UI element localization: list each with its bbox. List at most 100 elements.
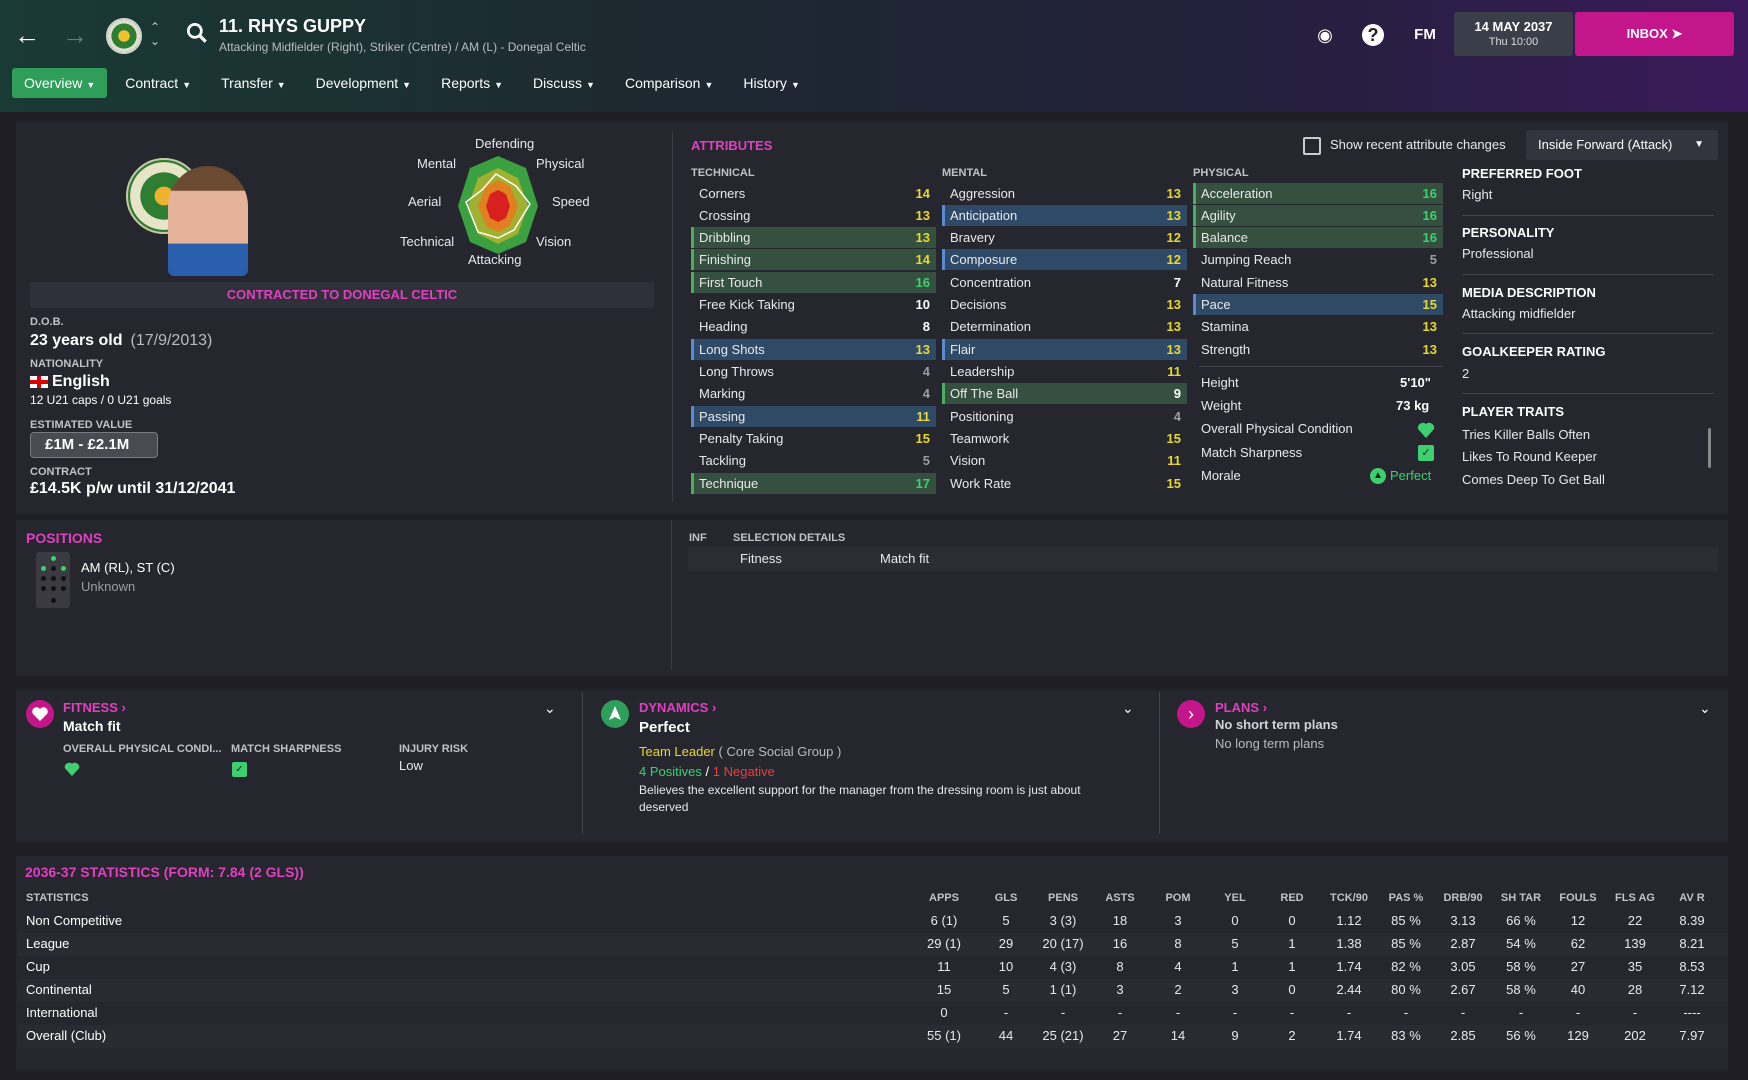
trait-item[interactable]: Tries Killer Balls Often bbox=[1462, 427, 1590, 442]
club-badge-icon[interactable] bbox=[106, 18, 142, 54]
attr-dribbling[interactable]: Dribbling 13 bbox=[691, 227, 936, 248]
tab-reports[interactable]: Reports ▼ bbox=[429, 68, 515, 98]
tab-history[interactable]: History ▼ bbox=[731, 68, 811, 98]
personality-value[interactable]: Professional bbox=[1462, 246, 1534, 261]
statistics-title[interactable]: 2036-37 STATISTICS (FORM: 7.84 (2 GLS)) bbox=[25, 864, 304, 880]
attr-balance[interactable]: Balance 16 bbox=[1193, 227, 1443, 248]
fm-menu-button[interactable]: FM bbox=[1410, 22, 1440, 48]
fitness-expand-chevron-icon[interactable]: ⌄ bbox=[544, 700, 556, 717]
tab-comparison[interactable]: Comparison ▼ bbox=[613, 68, 725, 98]
col-flsag[interactable]: FLS AG bbox=[1605, 892, 1665, 904]
fitness-card-title[interactable]: FITNESS › bbox=[63, 700, 126, 715]
attr-penalty-taking[interactable]: Penalty Taking 15 bbox=[691, 428, 936, 449]
social-group[interactable]: Team Leader ( Core Social Group ) bbox=[639, 744, 841, 759]
col-tck90[interactable]: TCK/90 bbox=[1319, 892, 1379, 904]
dynamics-expand-chevron-icon[interactable]: ⌄ bbox=[1122, 700, 1134, 717]
positives-count[interactable]: 4 Positives bbox=[639, 764, 702, 779]
game-date[interactable]: 14 MAY 2037 Thu 10:00 bbox=[1454, 12, 1573, 56]
attr-work-rate[interactable]: Work Rate 15 bbox=[942, 473, 1187, 494]
col-pom[interactable]: POM bbox=[1148, 892, 1208, 904]
nationality-value[interactable]: English bbox=[30, 373, 110, 391]
attr-tackling[interactable]: Tackling 5 bbox=[691, 450, 936, 471]
stats-row[interactable]: International 0 - - - - - - - - - - - - … bbox=[18, 1002, 1728, 1025]
attr-composure[interactable]: Composure 12 bbox=[942, 249, 1187, 270]
col-pas[interactable]: PAS % bbox=[1376, 892, 1436, 904]
col-avr[interactable]: AV R bbox=[1662, 892, 1722, 904]
attr-agility[interactable]: Agility 16 bbox=[1193, 205, 1443, 226]
traits-scrollbar[interactable] bbox=[1708, 428, 1711, 468]
col-fouls[interactable]: FOULS bbox=[1548, 892, 1608, 904]
attr-heading[interactable]: Heading 8 bbox=[691, 316, 936, 337]
col-yel[interactable]: YEL bbox=[1205, 892, 1265, 904]
col-gls[interactable]: GLS bbox=[976, 892, 1036, 904]
negatives-count[interactable]: 1 Negative bbox=[713, 764, 775, 779]
estimated-value[interactable]: £1M - £2.1M bbox=[30, 432, 158, 458]
attr-natural-fitness[interactable]: Natural Fitness 13 bbox=[1193, 272, 1443, 293]
stats-row[interactable]: Overall (Club) 55 (1) 44 25 (21) 27 14 9… bbox=[18, 1025, 1728, 1048]
attr-pace[interactable]: Pace 15 bbox=[1193, 294, 1443, 315]
plans-card-title[interactable]: PLANS › bbox=[1215, 700, 1267, 715]
cell: - bbox=[1003, 1005, 1009, 1020]
attr-concentration[interactable]: Concentration 7 bbox=[942, 272, 1187, 293]
col-red[interactable]: RED bbox=[1262, 892, 1322, 904]
date-text: 14 MAY 2037 bbox=[1474, 19, 1553, 34]
col-drb90[interactable]: DRB/90 bbox=[1433, 892, 1493, 904]
attr-finishing[interactable]: Finishing 14 bbox=[691, 249, 936, 270]
attr-decisions[interactable]: Decisions 13 bbox=[942, 294, 1187, 315]
attr-technique[interactable]: Technique 17 bbox=[691, 473, 936, 494]
attr-acceleration[interactable]: Acceleration 16 bbox=[1193, 183, 1443, 204]
stats-row[interactable]: Continental 15 5 1 (1) 3 2 3 0 2.44 80 %… bbox=[18, 979, 1728, 1002]
trait-item[interactable]: Comes Deep To Get Ball bbox=[1462, 472, 1605, 487]
attr-marking[interactable]: Marking 4 bbox=[691, 383, 936, 404]
attr-leadership[interactable]: Leadership 11 bbox=[942, 361, 1187, 382]
radar-label-defending: Defending bbox=[475, 136, 535, 151]
attr-stamina[interactable]: Stamina 13 bbox=[1193, 316, 1443, 337]
contract-value[interactable]: £14.5K p/w until 31/12/2041 bbox=[30, 480, 235, 498]
show-changes-checkbox[interactable] bbox=[1303, 137, 1321, 155]
col-pens[interactable]: PENS bbox=[1033, 892, 1093, 904]
stats-row[interactable]: Cup 11 10 4 (3) 8 4 1 1 1.74 82 % 3.05 5… bbox=[18, 956, 1728, 979]
col-apps[interactable]: APPS bbox=[914, 892, 974, 904]
search-icon[interactable] bbox=[184, 20, 210, 46]
trait-item[interactable]: Likes To Round Keeper bbox=[1462, 449, 1597, 464]
attribute-radar[interactable]: Defending Physical Speed Vision Attackin… bbox=[390, 134, 610, 274]
dynamics-card-title[interactable]: DYNAMICS › bbox=[639, 700, 716, 715]
attr-bravery[interactable]: Bravery 12 bbox=[942, 227, 1187, 248]
role-dropdown[interactable]: Inside Forward (Attack) ▼ bbox=[1526, 130, 1718, 160]
help-icon[interactable]: ? bbox=[1362, 24, 1384, 46]
tab-transfer[interactable]: Transfer ▼ bbox=[209, 68, 298, 98]
tab-development[interactable]: Development ▼ bbox=[304, 68, 423, 98]
attr-determination[interactable]: Determination 13 bbox=[942, 316, 1187, 337]
show-changes-label[interactable]: Show recent attribute changes bbox=[1330, 137, 1506, 152]
plans-expand-chevron-icon[interactable]: ⌄ bbox=[1699, 700, 1711, 717]
attr-long-shots[interactable]: Long Shots 13 bbox=[691, 339, 936, 360]
attr-aggression[interactable]: Aggression 13 bbox=[942, 183, 1187, 204]
back-arrow-icon[interactable]: ← bbox=[12, 20, 42, 50]
stats-row[interactable]: Non Competitive 6 (1) 5 3 (3) 18 3 0 0 1… bbox=[18, 910, 1728, 933]
tab-discuss[interactable]: Discuss ▼ bbox=[521, 68, 607, 98]
attr-passing[interactable]: Passing 11 bbox=[691, 406, 936, 427]
attr-flair[interactable]: Flair 13 bbox=[942, 339, 1187, 360]
forward-arrow-icon[interactable]: → bbox=[60, 20, 90, 50]
tab-overview[interactable]: Overview ▼ bbox=[12, 68, 108, 98]
attr-corners[interactable]: Corners 14 bbox=[691, 183, 936, 204]
attr-jumping-reach[interactable]: Jumping Reach 5 bbox=[1193, 249, 1443, 270]
col-shtar[interactable]: SH TAR bbox=[1491, 892, 1551, 904]
attr-anticipation[interactable]: Anticipation 13 bbox=[942, 205, 1187, 226]
attr-off-the-ball[interactable]: Off The Ball 9 bbox=[942, 383, 1187, 404]
attr-strength[interactable]: Strength 13 bbox=[1193, 339, 1443, 360]
player-switch-chevrons-icon[interactable]: ⌃ ⌄ bbox=[150, 20, 160, 48]
attr-positioning[interactable]: Positioning 4 bbox=[942, 406, 1187, 427]
attr-teamwork[interactable]: Teamwork 15 bbox=[942, 428, 1187, 449]
world-icon[interactable]: ◉ bbox=[1312, 22, 1338, 48]
attr-free-kick-taking[interactable]: Free Kick Taking 10 bbox=[691, 294, 936, 315]
tab-contract[interactable]: Contract ▼ bbox=[113, 68, 203, 98]
attr-first-touch[interactable]: First Touch 16 bbox=[691, 272, 936, 293]
attr-long-throws[interactable]: Long Throws 4 bbox=[691, 361, 936, 382]
attr-vision[interactable]: Vision 11 bbox=[942, 450, 1187, 471]
inbox-button[interactable]: INBOX ➤ bbox=[1575, 12, 1734, 56]
position-pitch-icon[interactable] bbox=[36, 552, 70, 608]
col-asts[interactable]: ASTS bbox=[1090, 892, 1150, 904]
attr-crossing[interactable]: Crossing 13 bbox=[691, 205, 936, 226]
stats-row[interactable]: League 29 (1) 29 20 (17) 16 8 5 1 1.38 8… bbox=[18, 933, 1728, 956]
